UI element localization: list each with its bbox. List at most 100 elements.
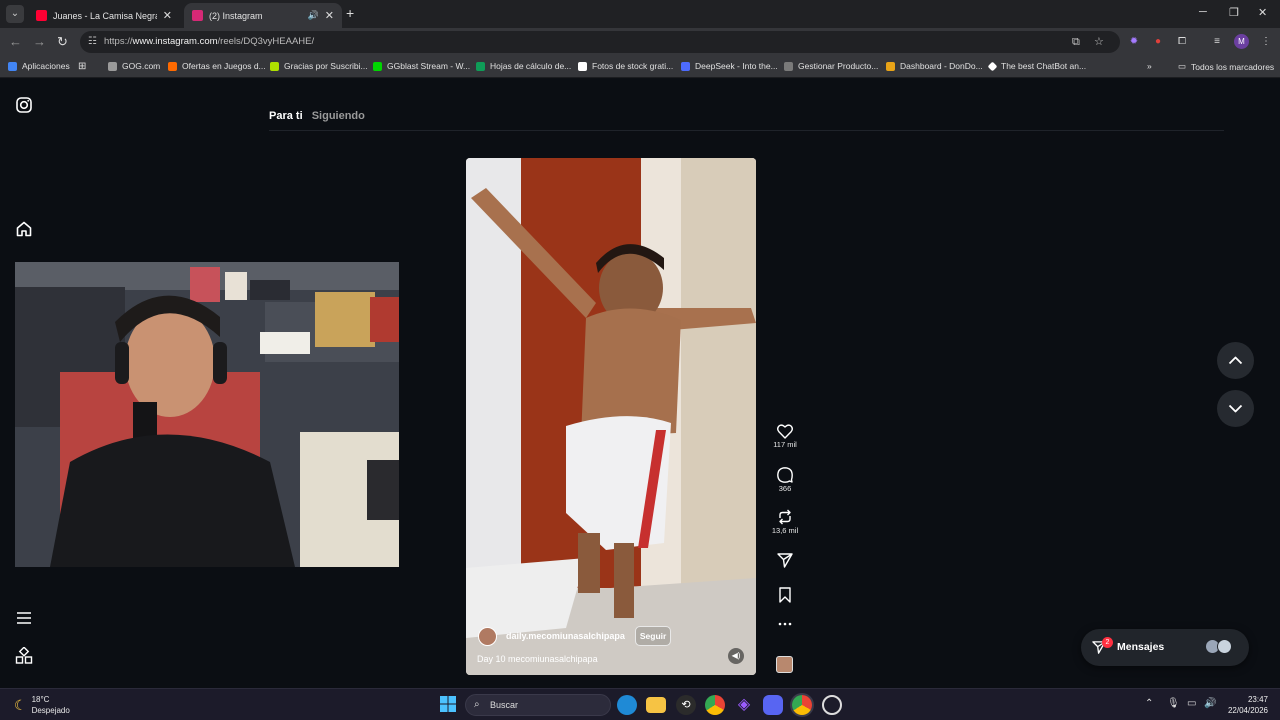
close-tab-icon[interactable]: ✕	[325, 9, 334, 22]
share-send-icon[interactable]	[777, 553, 793, 568]
instagram-page: Para ti Siguiendo daily.mecomiunasalchip…	[0, 79, 1280, 688]
network-icon[interactable]: ▭	[1187, 698, 1196, 709]
heart-icon[interactable]	[777, 424, 793, 439]
site-info-icon[interactable]: ☷	[88, 31, 97, 53]
bookmark-gracias[interactable]: Gracias por Suscribi...	[270, 61, 368, 71]
microphone-icon[interactable]: 🎙	[1167, 698, 1180, 709]
bookmark-hojas[interactable]: Hojas de cálculo de...	[476, 61, 571, 71]
cast-icon[interactable]: ⧉	[1072, 31, 1080, 53]
minimize-icon[interactable]: ─	[1199, 6, 1207, 18]
mute-toggle-icon[interactable]: ◀)	[728, 648, 744, 664]
bookmark-star-icon[interactable]: ☆	[1094, 31, 1104, 53]
ggblast-icon	[373, 61, 382, 71]
bookmark-apps[interactable]: Aplicaciones	[8, 61, 70, 71]
back-icon[interactable]: ←	[9, 34, 22, 49]
author-username[interactable]: daily.mecomiunasalchipapa	[506, 631, 625, 641]
bookmark-grid[interactable]: ⊞	[78, 61, 86, 72]
menu-kebab-icon[interactable]: ⋮	[1259, 35, 1273, 49]
tab-para-ti[interactable]: Para ti	[269, 110, 303, 122]
all-bookmarks[interactable]: ▭ Todos los marcadores	[1178, 61, 1274, 72]
profile-avatar[interactable]: M	[1234, 34, 1249, 49]
bookmark-ggblast[interactable]: GGblast Stream - W...	[373, 61, 470, 71]
previous-reel-button[interactable]	[1217, 342, 1254, 379]
system-clock[interactable]: 23:47 22/04/2026	[1226, 694, 1268, 716]
taskbar-search[interactable]: ⌕ Buscar	[465, 694, 611, 716]
forward-icon[interactable]: →	[33, 34, 46, 49]
extension-gear-icon[interactable]: ✹	[1127, 35, 1141, 49]
bookmark-chatbot[interactable]: The best ChatBot an...	[987, 61, 1086, 71]
instagram-logo-icon[interactable]	[15, 96, 33, 114]
tray-chevron-up-icon[interactable]: ⌃	[1145, 698, 1153, 709]
follow-button[interactable]: Seguir	[634, 626, 672, 646]
windows-start-icon[interactable]	[439, 695, 459, 715]
edge-icon[interactable]	[617, 695, 637, 715]
bookmark-gog[interactable]: GOG.com	[108, 61, 160, 71]
next-reel-button[interactable]	[1217, 390, 1254, 427]
close-tab-icon[interactable]: ✕	[163, 9, 172, 22]
repost-icon[interactable]	[777, 509, 793, 525]
messages-button[interactable]: 2 Mensajes	[1081, 629, 1249, 666]
reel-video[interactable]: daily.mecomiunasalchipapa Seguir Day 10 …	[466, 158, 756, 675]
tab-search-button[interactable]: ⌄	[6, 5, 24, 23]
bookmark-label: GGblast Stream - W...	[387, 61, 471, 71]
like-action[interactable]: 117 mil	[763, 424, 807, 449]
close-window-icon[interactable]: ✕	[1258, 6, 1267, 19]
bookmark-gestionar[interactable]: Gestionar Producto...	[784, 61, 878, 71]
chrome-icon[interactable]	[705, 695, 725, 715]
all-bookmarks-label: Todos los marcadores	[1191, 61, 1275, 72]
tab-siguiendo[interactable]: Siguiendo	[312, 110, 365, 122]
tab-instagram[interactable]: (2) Instagram 🔊 ✕	[184, 3, 342, 28]
bookmark-label: Gracias por Suscribi...	[284, 61, 368, 71]
home-icon[interactable]	[15, 220, 33, 238]
repost-action[interactable]: 13,6 mil	[763, 509, 807, 535]
tab-youtube[interactable]: Juanes - La Camisa Negra - You ✕	[28, 3, 180, 28]
chrome-profile-icon[interactable]	[792, 695, 812, 715]
messages-label: Mensajes	[1117, 641, 1165, 653]
webcam-overlay	[15, 262, 399, 567]
browser-toolbar: ← → ↻ ☷ https://www.instagram.com/reels/…	[0, 28, 1280, 56]
more-dots-icon[interactable]	[778, 621, 792, 627]
bookmark-dashboard[interactable]: Dashboard - DonDo...	[886, 61, 983, 71]
save-action[interactable]	[763, 587, 807, 603]
new-tab-button[interactable]: +	[346, 5, 354, 21]
more-options-action[interactable]	[763, 621, 807, 627]
speaker-icon[interactable]: 🔊	[308, 10, 319, 21]
comment-icon[interactable]	[777, 467, 793, 483]
reel-caption: Day 10 mecomiunasalchipapa	[477, 654, 598, 664]
more-menu-icon[interactable]	[15, 609, 33, 627]
audio-thumbnail[interactable]	[776, 656, 793, 673]
bookmark-label: GOG.com	[122, 61, 161, 71]
file-explorer-icon[interactable]	[646, 697, 666, 713]
bookmark-ofertas[interactable]: Ofertas en Juegos d...	[168, 61, 266, 71]
bookmark-deepseek[interactable]: DeepSeek - Into the...	[681, 61, 778, 71]
bookmark-label: Dashboard - DonDo...	[900, 61, 983, 71]
reload-icon[interactable]: ↻	[57, 34, 68, 50]
share-action[interactable]	[763, 553, 807, 568]
address-bar[interactable]: ☷ https://www.instagram.com/reels/DQ3vyH…	[80, 31, 1120, 53]
extensions-puzzle-icon[interactable]: ⧠	[1175, 35, 1189, 49]
author-avatar[interactable]	[478, 626, 497, 646]
also-from-meta-icon[interactable]	[15, 647, 33, 665]
gog-icon	[108, 61, 117, 71]
discord-icon[interactable]	[763, 695, 783, 715]
apps-grid-icon	[8, 61, 17, 71]
webcam-image	[15, 262, 399, 567]
comment-action[interactable]: 366	[763, 467, 807, 493]
obs-icon[interactable]	[822, 695, 842, 715]
app-diamond-icon[interactable]: ◈	[734, 695, 754, 715]
media-control-icon[interactable]: ≡	[1210, 35, 1224, 49]
sheets-icon	[476, 61, 485, 71]
extension-red-icon[interactable]: ●	[1151, 35, 1165, 49]
volume-icon[interactable]: 🔊	[1204, 698, 1216, 709]
youtube-favicon-icon	[36, 10, 47, 21]
comments-count: 366	[778, 484, 792, 493]
capcut-icon[interactable]: ⟲	[676, 695, 696, 715]
bookmark-fotos[interactable]: Fotos de stock grati...	[578, 61, 673, 71]
bookmark-label: Hojas de cálculo de...	[490, 61, 572, 71]
bookmark-label: Fotos de stock grati...	[592, 61, 674, 71]
bookmark-icon[interactable]	[778, 587, 792, 603]
weather-widget[interactable]: ☾ 18°C Despejado	[14, 694, 70, 716]
restore-icon[interactable]: ❐	[1229, 6, 1239, 19]
more-bookmarks-icon[interactable]: »	[1147, 61, 1152, 71]
tab-title: Juanes - La Camisa Negra - You	[53, 10, 157, 21]
